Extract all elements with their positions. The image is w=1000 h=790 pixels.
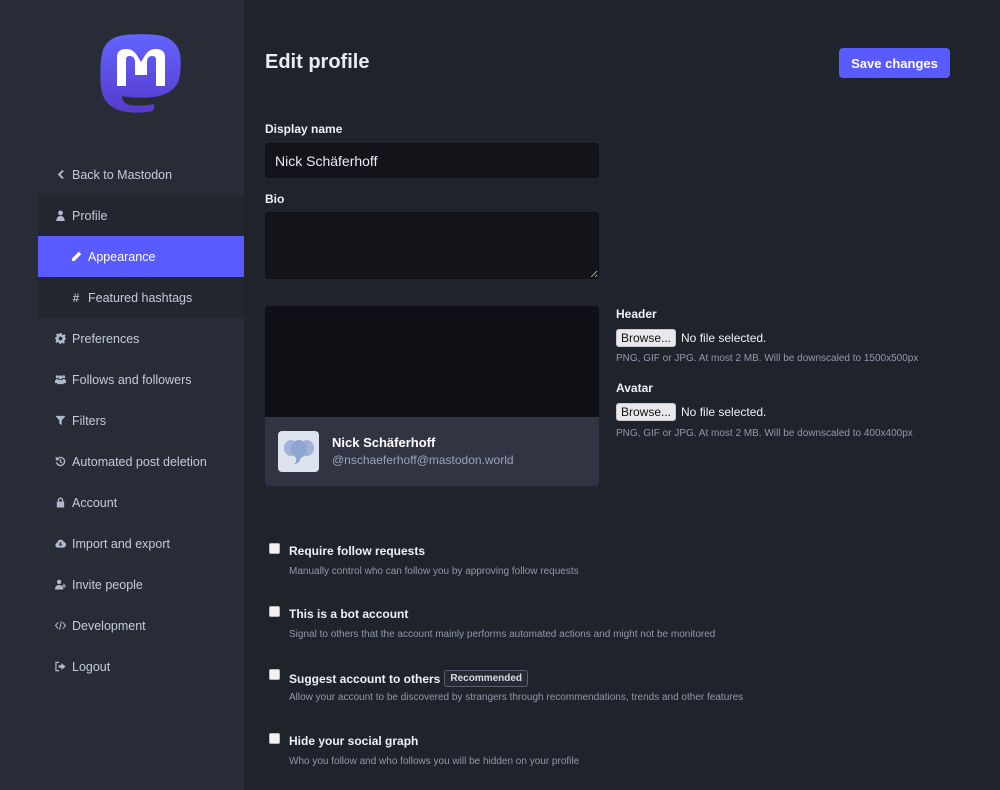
hashtag-icon: # — [72, 290, 80, 305]
avatar-file-input[interactable]: Browse... No file selected. — [616, 403, 766, 421]
sidebar-item-label: Filters — [72, 413, 107, 428]
chevron-left-icon — [54, 169, 66, 181]
sidebar-item-account[interactable]: Account — [38, 482, 244, 523]
user-icon — [54, 210, 66, 222]
sidebar-item-profile[interactable]: Profile — [38, 195, 244, 236]
main-content: Edit profile Save changes Display name B… — [244, 0, 1000, 790]
sidebar-item-logout[interactable]: Logout — [38, 646, 244, 687]
sidebar-item-label: Profile — [72, 208, 108, 223]
gear-icon — [54, 333, 66, 345]
history-icon — [54, 456, 66, 468]
option-hint: Manually control who can follow you by a… — [289, 566, 579, 577]
sidebar-item-label: Preferences — [72, 331, 140, 346]
sidebar-item-featured-hashtags[interactable]: # Featured hashtags — [38, 277, 244, 318]
sidebar-item-label: Import and export — [72, 536, 170, 551]
preview-display-name: Nick Schäferhoff — [332, 435, 436, 450]
sidebar-item-label: Automated post deletion — [72, 454, 207, 469]
sidebar: Back to Mastodon Profile Appearance # Fe… — [0, 0, 244, 790]
sidebar-item-label: Logout — [72, 659, 111, 674]
option-label[interactable]: Require follow requests — [289, 544, 425, 558]
sidebar-item-label: Appearance — [88, 249, 156, 264]
sidebar-item-label: Account — [72, 495, 118, 510]
bot-account-checkbox[interactable] — [269, 606, 280, 617]
sidebar-item-development[interactable]: Development — [38, 605, 244, 646]
preview-header-image — [265, 306, 599, 417]
option-label[interactable]: Hide your social graph — [289, 734, 418, 748]
option-label-text: This is a bot account — [289, 607, 409, 621]
option-label-text: Hide your social graph — [289, 734, 419, 748]
bio-textarea[interactable] — [265, 212, 599, 279]
option-label[interactable]: This is a bot account — [289, 607, 408, 621]
page-title: Edit profile — [265, 51, 370, 73]
avatar-upload-hint: PNG, GIF or JPG. At most 2 MB. Will be d… — [616, 428, 913, 439]
header-browse-button[interactable]: Browse... — [616, 329, 677, 347]
sidebar-item-filters[interactable]: Filters — [38, 400, 244, 441]
code-icon — [54, 620, 66, 632]
option-hint: Who you follow and who follows you will … — [289, 756, 580, 767]
filter-icon — [54, 415, 66, 427]
sidebar-item-preferences[interactable]: Preferences — [38, 318, 244, 359]
avatar-upload-label: Avatar — [616, 381, 653, 395]
option-hint: Allow your account to be discovered by s… — [289, 692, 744, 703]
suggest-account-checkbox[interactable] — [269, 669, 280, 680]
sidebar-item-label: Featured hashtags — [88, 290, 193, 305]
sidebar-item-appearance[interactable]: Appearance — [38, 236, 244, 277]
display-name-label: Display name — [265, 122, 343, 136]
preview-avatar — [278, 431, 319, 472]
sidebar-item-import-and-export[interactable]: Import and export — [38, 523, 244, 564]
header-upload-label: Header — [616, 307, 657, 321]
option-label-text: Suggest account to others — [289, 671, 441, 686]
require-follow-requests-checkbox[interactable] — [269, 543, 280, 554]
sidebar-item-label: Back to Mastodon — [72, 167, 173, 182]
avatar-file-status: No file selected. — [681, 405, 767, 419]
sidebar-item-label: Follows and followers — [72, 372, 192, 387]
hide-social-graph-checkbox[interactable] — [269, 733, 280, 744]
bio-label: Bio — [265, 192, 285, 206]
cloud-download-icon — [54, 538, 66, 550]
avatar-browse-button[interactable]: Browse... — [616, 403, 677, 421]
sign-out-icon — [54, 661, 66, 673]
users-icon — [54, 374, 66, 386]
recommended-badge: Recommended — [444, 670, 529, 687]
profile-preview-card: Nick Schäferhoff @nschaeferhoff@mastodon… — [265, 306, 599, 486]
header-file-input[interactable]: Browse... No file selected. — [616, 329, 766, 347]
option-hint: Signal to others that the account mainly… — [289, 629, 716, 640]
mastodon-logo[interactable] — [100, 34, 182, 121]
sidebar-item-label: Development — [72, 618, 146, 633]
pencil-icon — [70, 251, 82, 263]
sidebar-item-label: Invite people — [72, 577, 143, 592]
sidebar-item-follows-and-followers[interactable]: Follows and followers — [38, 359, 244, 400]
header-file-status: No file selected. — [681, 331, 767, 345]
preview-handle: @nschaeferhoff@mastodon.world — [332, 453, 514, 467]
sidebar-item-automated-post-deletion[interactable]: Automated post deletion — [38, 441, 244, 482]
elephant-icon — [283, 439, 314, 464]
lock-icon — [54, 497, 66, 509]
header-upload-hint: PNG, GIF or JPG. At most 2 MB. Will be d… — [616, 353, 919, 364]
option-label-text: Require follow requests — [289, 544, 426, 558]
sidebar-item-back-to-mastodon[interactable]: Back to Mastodon — [38, 154, 244, 195]
display-name-input[interactable] — [265, 143, 599, 178]
sidebar-item-invite-people[interactable]: Invite people — [38, 564, 244, 605]
user-plus-icon — [54, 579, 66, 591]
save-changes-button[interactable]: Save changes — [839, 48, 950, 78]
option-label[interactable]: Suggest account to others Recommended — [289, 670, 529, 687]
